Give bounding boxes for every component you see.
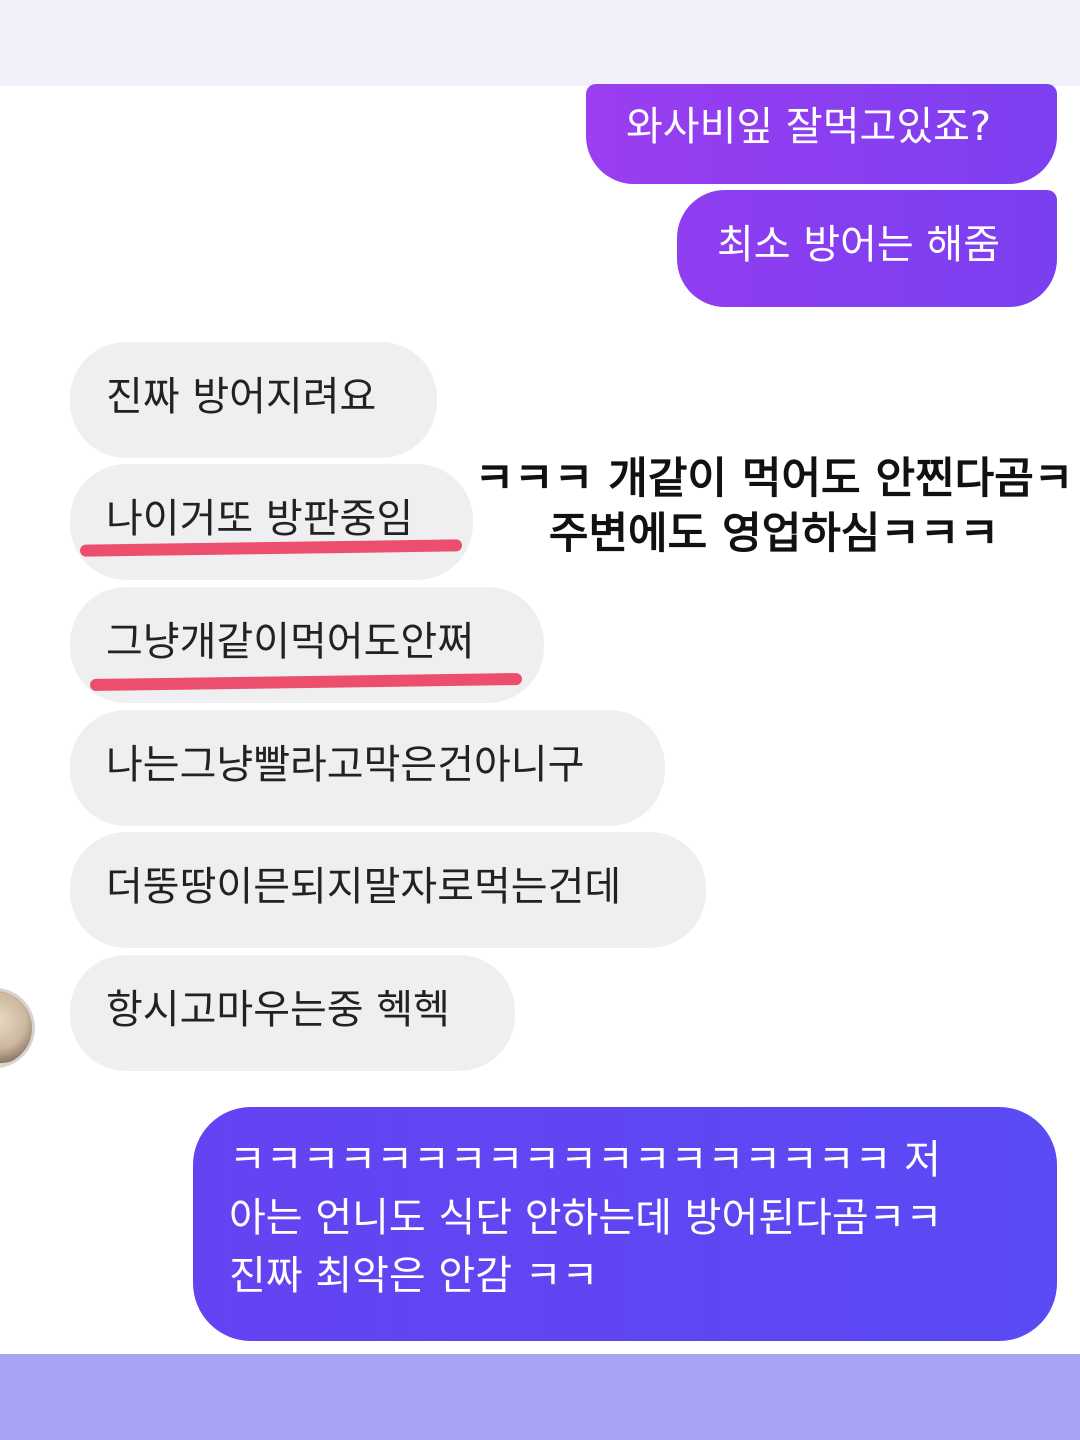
- overlay-caption: ㅋㅋㅋ 개같이 먹어도 안찐다곰ㅋ 주변에도 영업하심ㅋㅋㅋ: [468, 452, 1080, 562]
- received-message-text: 나이거또 방판중임: [106, 496, 414, 542]
- sent-message-bubble[interactable]: 와사비잎 잘먹고있죠?: [586, 84, 1057, 184]
- received-message-text: 진짜 방어지려요: [106, 374, 377, 420]
- received-message-bubble[interactable]: 나는그냥빨라고막은건아니구: [70, 710, 665, 826]
- received-message-text: 항시고마우는중 헥헥: [106, 987, 450, 1033]
- reply-message-line: 진짜 최악은 안감 ㅋㅋ: [229, 1253, 599, 1299]
- received-message-bubble[interactable]: 진짜 방어지려요: [70, 342, 437, 458]
- bottom-bar: [0, 1354, 1080, 1440]
- received-message-bubble[interactable]: 항시고마우는중 헥헥: [70, 955, 515, 1071]
- received-message-text: 그냥개같이먹어도안쩌: [106, 619, 474, 665]
- received-message-bubble[interactable]: 더뚱땅이믄되지말자로먹는건데: [70, 832, 706, 948]
- received-message-text: 나는그냥빨라고막은건아니구: [106, 742, 585, 788]
- reply-message-line: ㅋㅋㅋㅋㅋㅋㅋㅋㅋㅋㅋㅋㅋㅋㅋㅋㅋㅋ 저: [229, 1137, 941, 1183]
- received-message-bubble[interactable]: 나이거또 방판중임: [70, 464, 473, 580]
- sent-message-text: 최소 방어는 해줌: [717, 222, 1001, 268]
- reply-message-bubble[interactable]: ㅋㅋㅋㅋㅋㅋㅋㅋㅋㅋㅋㅋㅋㅋㅋㅋㅋㅋ 저 아는 언니도 식단 안하는데 방어된다…: [193, 1107, 1057, 1341]
- sent-message-text: 와사비잎 잘먹고있죠?: [626, 104, 992, 150]
- overlay-caption-line: ㅋㅋㅋ 개같이 먹어도 안찐다곰ㅋ: [474, 454, 1074, 504]
- sent-message-bubble[interactable]: 최소 방어는 해줌: [677, 190, 1057, 307]
- sender-avatar[interactable]: [0, 988, 35, 1068]
- top-bar: [0, 0, 1080, 86]
- received-message-text: 더뚱땅이믄되지말자로먹는건데: [106, 864, 622, 910]
- overlay-caption-line: 주변에도 영업하심ㅋㅋㅋ: [548, 509, 1000, 559]
- reply-message-line: 아는 언니도 식단 안하는데 방어된다곰ㅋㅋ: [229, 1195, 943, 1241]
